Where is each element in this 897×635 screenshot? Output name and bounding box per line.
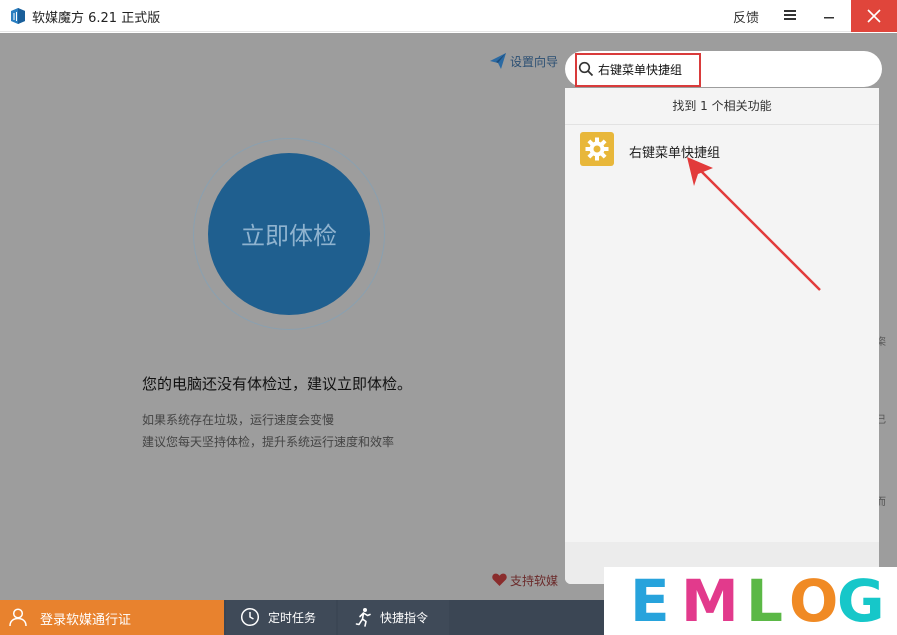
setup-wizard-label: 设置向导: [510, 55, 559, 69]
running-person-icon: [355, 608, 371, 627]
watermark-letter: L: [746, 567, 783, 635]
search-result-item[interactable]: 右键菜单快捷组: [565, 129, 879, 173]
user-icon: [9, 608, 27, 627]
app-title: 软媒魔方 6.21 正式版: [32, 11, 161, 26]
login-passport-button[interactable]: 登录软媒通行证: [0, 600, 224, 635]
hamburger-menu-icon[interactable]: [782, 7, 798, 23]
minimize-icon[interactable]: [821, 7, 837, 23]
close-icon: [867, 9, 881, 23]
start-check-button[interactable]: 立即体检: [208, 153, 370, 315]
watermark-letter: G: [837, 567, 885, 635]
paper-plane-icon: [490, 53, 506, 69]
quick-commands-button[interactable]: 快捷指令: [338, 600, 449, 635]
gear-icon: [585, 137, 609, 161]
app-logo-icon: [11, 8, 25, 24]
feedback-button[interactable]: 反馈: [733, 7, 759, 26]
watermark-letter: O: [789, 567, 839, 635]
annotation-highlight-box: [575, 53, 701, 87]
support-label: 支持软媒: [510, 574, 559, 588]
tip-line-1: 如果系统存在垃圾，运行速度会变慢: [142, 413, 335, 427]
start-check-label: 立即体检: [241, 222, 337, 250]
login-passport-label: 登录软媒通行证: [40, 613, 132, 628]
scheduled-tasks-label: 定时任务: [268, 611, 317, 625]
check-status-text: 您的电脑还没有体检过，建议立即体检。: [142, 375, 413, 393]
heart-icon: [492, 573, 507, 586]
tip-line-2: 建议您每天坚持体检，提升系统运行速度和效率: [142, 435, 395, 449]
watermark-logo: E M L O G: [604, 567, 897, 635]
close-button[interactable]: [851, 0, 897, 32]
clock-icon: [240, 607, 260, 627]
title-bar: 软媒魔方 6.21 正式版 反馈: [0, 0, 897, 32]
watermark-letter: E: [630, 567, 670, 635]
results-count: 找到 1 个相关功能: [565, 88, 879, 125]
search-results-dropdown: 找到 1 个相关功能 右键菜单快捷组: [565, 88, 879, 584]
watermark-letter: M: [681, 567, 739, 635]
quick-commands-label: 快捷指令: [380, 611, 429, 625]
result-icon-tile: [580, 132, 614, 166]
scheduled-tasks-button[interactable]: 定时任务: [226, 600, 336, 635]
search-result-label: 右键菜单快捷组: [629, 146, 721, 161]
